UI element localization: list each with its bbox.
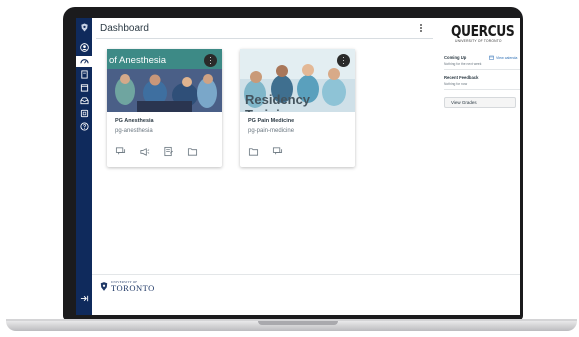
course-card-pain-medicine[interactable]: Residency Training PG Pain Medicine pg-p…	[240, 49, 355, 167]
history-icon[interactable]	[76, 108, 92, 119]
laptop-notch	[258, 321, 338, 325]
uoft-crest-icon	[100, 282, 108, 291]
files-icon[interactable]	[248, 146, 259, 157]
card-options-icon[interactable]	[337, 54, 350, 67]
toronto-label: TORONTO	[111, 283, 155, 293]
quercus-logo: QUERCUS	[451, 22, 515, 40]
uoft-footer-logo[interactable]: UNIVERSITY OF TORONTO	[100, 280, 155, 293]
course-card-image[interactable]: Residency Training	[240, 49, 355, 112]
view-grades-button[interactable]: View Grades	[444, 97, 516, 108]
view-calendar-link[interactable]: View calenda	[489, 55, 517, 60]
dashboard-icon[interactable]	[76, 56, 92, 67]
card-options-icon[interactable]	[204, 54, 217, 67]
screen: Dashboard of Anesthesia PG Anesthesia pg…	[76, 18, 520, 315]
course-name[interactable]: PG Pain Medicine	[248, 118, 294, 124]
discussions-icon[interactable]	[139, 146, 150, 157]
sidebar-divider	[444, 89, 520, 90]
uoft-crest-icon[interactable]	[76, 22, 92, 33]
sidebar-divider	[444, 69, 520, 70]
coming-up-heading: Coming Up	[444, 55, 467, 60]
header-divider	[96, 38, 433, 39]
dashboard-options-icon[interactable]	[418, 23, 424, 33]
files-icon[interactable]	[187, 146, 198, 157]
account-icon[interactable]	[76, 42, 92, 53]
course-banner-text: of Anesthesia	[109, 55, 167, 66]
course-card-anesthesia[interactable]: of Anesthesia PG Anesthesia pg-anesthesi…	[107, 49, 222, 167]
view-calendar-label[interactable]: View calenda	[496, 56, 517, 60]
announcements-icon[interactable]	[115, 146, 126, 157]
coming-up-note: Nothing for the next week	[444, 62, 482, 66]
calendar-icon	[489, 55, 494, 60]
recent-feedback-note: Nothing for now	[444, 82, 468, 86]
course-card-image[interactable]: of Anesthesia	[107, 49, 222, 112]
course-code: pg-anesthesia	[115, 128, 153, 134]
assignments-icon[interactable]	[163, 146, 174, 157]
course-code: pg-pain-medicine	[248, 128, 295, 134]
announcements-icon[interactable]	[272, 146, 283, 157]
inbox-icon[interactable]	[76, 95, 92, 106]
help-icon[interactable]	[76, 121, 92, 132]
footer-divider	[92, 274, 520, 275]
global-nav	[76, 18, 92, 315]
page-title: Dashboard	[100, 23, 149, 34]
quercus-logo-subtitle: UNIVERSITY OF TORONTO	[455, 39, 502, 43]
course-name[interactable]: PG Anesthesia	[115, 118, 154, 124]
course-banner-text: Residency Training	[245, 92, 311, 112]
courses-icon[interactable]	[76, 69, 92, 80]
collapse-nav-icon[interactable]	[80, 294, 89, 303]
recent-feedback-heading: Recent Feedback	[444, 75, 479, 80]
calendar-icon[interactable]	[76, 82, 92, 93]
